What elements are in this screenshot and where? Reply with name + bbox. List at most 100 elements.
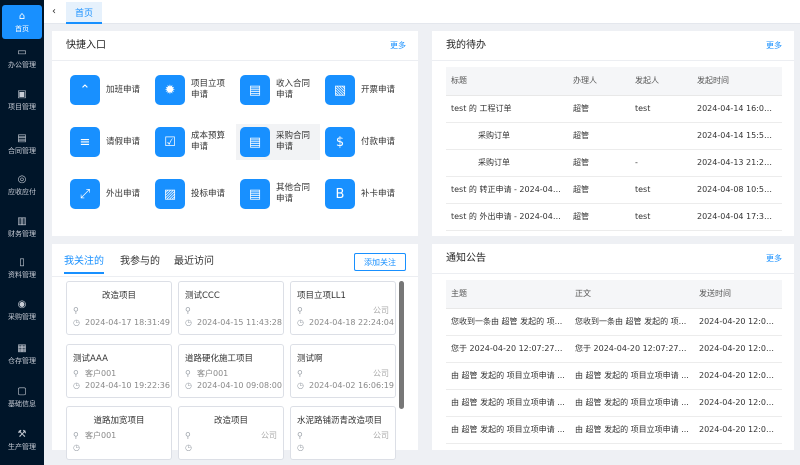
contract-seal-icon: ▤ bbox=[240, 127, 270, 157]
follow-card[interactable]: 道路加宽项目 ⚲ 客户001 ◷ bbox=[66, 406, 172, 460]
table-row[interactable]: 由 超管 发起的 项目立项申请 ... 由 超管 发起的 项目立项申请 ... 20… bbox=[446, 389, 782, 417]
notice-time-cell: 2024-04-20 12:06:38 bbox=[694, 389, 782, 417]
table-row[interactable]: test 的 转正申请 - 2024-04-08... 超管 test 2024-04… bbox=[446, 176, 782, 204]
back-chevron-icon[interactable]: ‹ bbox=[52, 6, 56, 18]
person-icon: ⚲ bbox=[297, 369, 303, 378]
todo-column-header: 发起时间 bbox=[692, 67, 782, 96]
quick-entry-item[interactable]: B 补卡申请 bbox=[321, 176, 405, 212]
dollar-circle-icon: $ bbox=[325, 127, 355, 157]
table-row[interactable]: 您收到一条由 超管 发起的 项... 您收到一条由 超管 发起的 项... 2024… bbox=[446, 308, 782, 336]
person-icon: ⚲ bbox=[297, 431, 303, 440]
quick-entry-item[interactable]: ✹ 项目立项申请 bbox=[151, 72, 235, 108]
sidebar-item-label: 项目管理 bbox=[8, 102, 36, 111]
quick-entry-label: 投标申请 bbox=[191, 188, 226, 199]
quick-entry-label: 开票申请 bbox=[361, 84, 396, 95]
sidebar-item-6[interactable]: ▯ 资料管理 bbox=[2, 251, 42, 285]
document-icon: ▯ bbox=[19, 256, 25, 268]
quick-entry-label: 采购合同申请 bbox=[276, 131, 311, 152]
follow-tabs-bar: 我关注的 我参与的 最近访问 添加关注 bbox=[52, 244, 418, 277]
notice-body-cell: 由 超管 发起的 项目立项申请 ... bbox=[570, 362, 694, 390]
sidebar-item-2[interactable]: ▣ 项目管理 bbox=[2, 83, 42, 117]
briefcase-icon: ▣ bbox=[17, 88, 27, 100]
quick-entry-item[interactable]: ▨ 投标申请 bbox=[151, 176, 235, 212]
quick-entry-item[interactable]: ▤ 其他合同申请 bbox=[236, 176, 320, 212]
todo-title-cell: test 的 工程订单 bbox=[446, 95, 568, 123]
person-icon: ⚲ bbox=[185, 306, 191, 315]
quick-entry-item[interactable]: $ 付款申请 bbox=[321, 124, 405, 160]
follow-panel: 我关注的 我参与的 最近访问 添加关注 改造项目 ⚲ ◷ 2024-04-17 18:… bbox=[52, 244, 418, 460]
follow-card-person-row: ⚲ 公司 bbox=[185, 431, 277, 441]
sidebar-item-label: 采购管理 bbox=[8, 312, 36, 321]
table-row[interactable]: 由 超管 发起的 项目立项申请 ... 由 超管 发起的 项目立项申请 ... 20… bbox=[446, 416, 782, 444]
sidebar-item-0[interactable]: ⌂ 首页 bbox=[2, 5, 42, 39]
quick-entry-label: 加班申请 bbox=[106, 84, 141, 95]
follow-card[interactable]: 改造项目 ⚲ ◷ 2024-04-17 18:31:49 bbox=[66, 281, 172, 335]
quick-entry-label: 收入合同申请 bbox=[276, 79, 311, 100]
todo-handler-cell: 超管 bbox=[568, 95, 630, 123]
follow-card-date-row: ◷ 2024-04-10 09:08:00 bbox=[185, 381, 282, 391]
quick-entry-item[interactable]: ▤ 收入合同申请 bbox=[236, 72, 320, 108]
follow-card-date-row: ◷ bbox=[297, 443, 389, 453]
todo-title-cell: 采购订单 bbox=[446, 149, 568, 177]
follow-card[interactable]: 测试啊 ⚲ 公司 ◷ 2024-04-02 16:06:19 bbox=[290, 344, 396, 398]
todo-column-header: 办理人 bbox=[568, 67, 630, 96]
sidebar-item-label: 基础信息 bbox=[8, 399, 36, 408]
follow-card-date-row: ◷ 2024-04-17 18:31:49 bbox=[73, 318, 170, 328]
todo-table: 标题 办理人 发起人 发起时间 test 的 工程订单 超管 test 2024-04-14… bbox=[446, 67, 782, 231]
sidebar-item-5[interactable]: ▥ 财务管理 bbox=[2, 210, 42, 244]
follow-card[interactable]: 测试CCC ⚲ ◷ 2024-04-15 11:43:28 bbox=[178, 281, 284, 335]
follow-card[interactable]: 测试AAA ⚲ 客户001 ◷ 2024-04-10 19:22:36 bbox=[66, 344, 172, 398]
quick-entry-item[interactable]: ☑ 成本预算申请 bbox=[151, 124, 235, 160]
quick-entry-more-link[interactable]: 更多 bbox=[390, 41, 406, 51]
sidebar-item-label: 办公管理 bbox=[8, 60, 36, 69]
todo-panel: 我的待办 更多 标题 办理人 发起人 发起时间 test 的 工程订单 超管 test 20… bbox=[432, 31, 794, 236]
sidebar-item-8[interactable]: ▦ 仓存管理 bbox=[2, 337, 42, 371]
sidebar-item-4[interactable]: ◎ 应收应付 bbox=[2, 168, 42, 202]
follow-card[interactable]: 项目立项LL1 ⚲ 公司 ◷ 2024-04-18 22:24:04 bbox=[290, 281, 396, 335]
tab-my-participation[interactable]: 我参与的 bbox=[120, 256, 160, 268]
table-row[interactable]: 您于 2024-04-20 12:07:27 发... 您于 2024-04-20… bbox=[446, 335, 782, 363]
quick-entry-item[interactable]: ▧ 开票申请 bbox=[321, 72, 405, 108]
clock-icon: ◷ bbox=[73, 318, 80, 327]
follow-card-date-row: ◷ 2024-04-10 19:22:36 bbox=[73, 381, 170, 391]
sidebar-item-3[interactable]: ▤ 合同管理 bbox=[2, 127, 42, 161]
notice-column-header: 主题 bbox=[446, 280, 570, 309]
person-icon: ⚲ bbox=[73, 306, 79, 315]
follow-card-person: 客户001 bbox=[197, 369, 229, 378]
quick-entry-item[interactable]: ⌃ 加班申请 bbox=[66, 72, 150, 108]
table-row[interactable]: 采购订单 超管 -2024-04-13 21:24:09 bbox=[446, 149, 782, 177]
follow-card[interactable]: 道路硬化施工项目 ⚲ 客户001 ◷ 2024-04-10 09:08:00 bbox=[178, 344, 284, 398]
clock-icon: ◷ bbox=[297, 443, 304, 452]
quick-entry-label: 项目立项申请 bbox=[191, 79, 226, 100]
follow-card[interactable]: 改造项目 ⚲ 公司 ◷ bbox=[178, 406, 284, 460]
tab-my-following[interactable]: 我关注的 bbox=[64, 256, 104, 274]
quick-entry-item[interactable]: ≡ 请假申请 bbox=[66, 124, 150, 160]
notice-subject-cell: 由 超管 发起的 项目立项申请 ... bbox=[446, 362, 570, 390]
table-row[interactable]: 由 超管 发起的 项目立项申请 ... 由 超管 发起的 项目立项申请 ... 20… bbox=[446, 362, 782, 390]
sidebar-item-1[interactable]: ▭ 办公管理 bbox=[2, 41, 42, 75]
follow-card-person-row: ⚲ 公司 bbox=[297, 306, 389, 316]
table-row[interactable]: test 的 工程订单 超管 test 2024-04-14 16:03:27 bbox=[446, 95, 782, 123]
quick-entry-item[interactable]: ▤ 采购合同申请 bbox=[236, 124, 320, 160]
follow-scrollbar[interactable] bbox=[399, 281, 404, 409]
todo-title: 我的待办 bbox=[446, 40, 486, 51]
tab-home[interactable]: 首页 bbox=[66, 2, 102, 24]
clock-icon: ◷ bbox=[73, 381, 80, 390]
table-row[interactable]: 采购订单 超管 2024-04-14 15:51:58 bbox=[446, 122, 782, 150]
quick-entry-item[interactable]: ⤢ 外出申请 bbox=[66, 176, 150, 212]
sidebar-item-7[interactable]: ◉ 采购管理 bbox=[2, 293, 42, 327]
sidebar-item-10[interactable]: ⚒ 生产管理 bbox=[2, 423, 42, 457]
notice-more-link[interactable]: 更多 bbox=[766, 254, 782, 264]
clock-icon: ◷ bbox=[185, 443, 192, 452]
tab-recent-visits[interactable]: 最近访问 bbox=[174, 256, 214, 268]
laptop-icon: ▭ bbox=[17, 46, 27, 58]
follow-card[interactable]: 水泥路铺沥青改造项目 ⚲ 公司 ◷ bbox=[290, 406, 396, 460]
sidebar-item-label: 合同管理 bbox=[8, 146, 36, 155]
ledger-icon: ▥ bbox=[17, 215, 27, 227]
add-follow-button[interactable]: 添加关注 bbox=[354, 253, 406, 271]
todo-more-link[interactable]: 更多 bbox=[766, 41, 782, 51]
sidebar-item-9[interactable]: ▢ 基础信息 bbox=[2, 380, 42, 414]
person-icon: ⚲ bbox=[185, 431, 191, 440]
table-row[interactable]: test 的 外出申请 - 2024-04-04... 超管 test 2024-04… bbox=[446, 203, 782, 231]
follow-card-name: 改造项目 bbox=[101, 291, 136, 301]
